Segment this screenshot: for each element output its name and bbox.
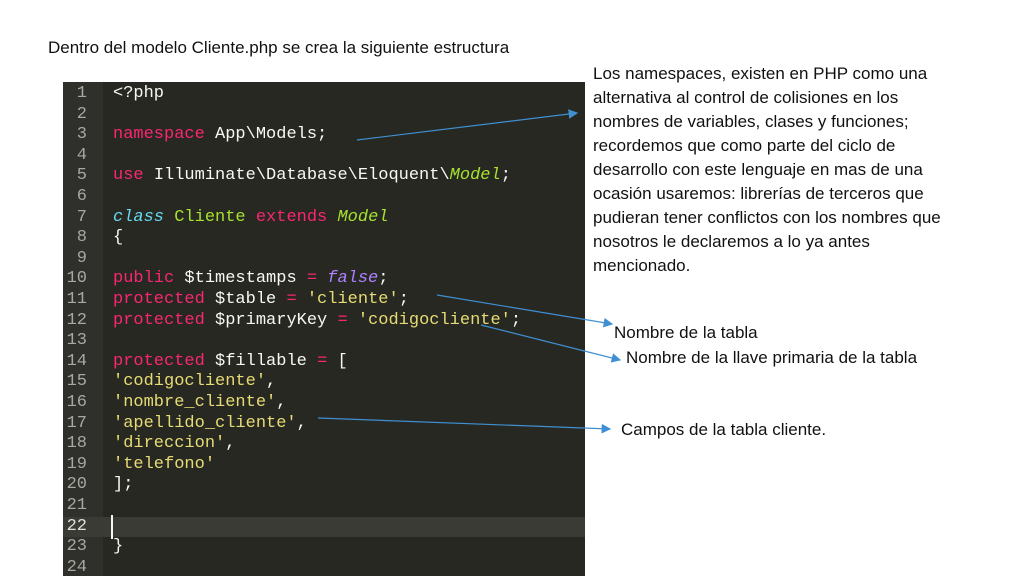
fields-arrow	[317, 417, 612, 434]
annotation-arrows	[317, 109, 622, 434]
namespace-arrow	[356, 109, 579, 141]
primary-key-arrow	[480, 324, 622, 363]
table-arrow	[436, 294, 614, 328]
